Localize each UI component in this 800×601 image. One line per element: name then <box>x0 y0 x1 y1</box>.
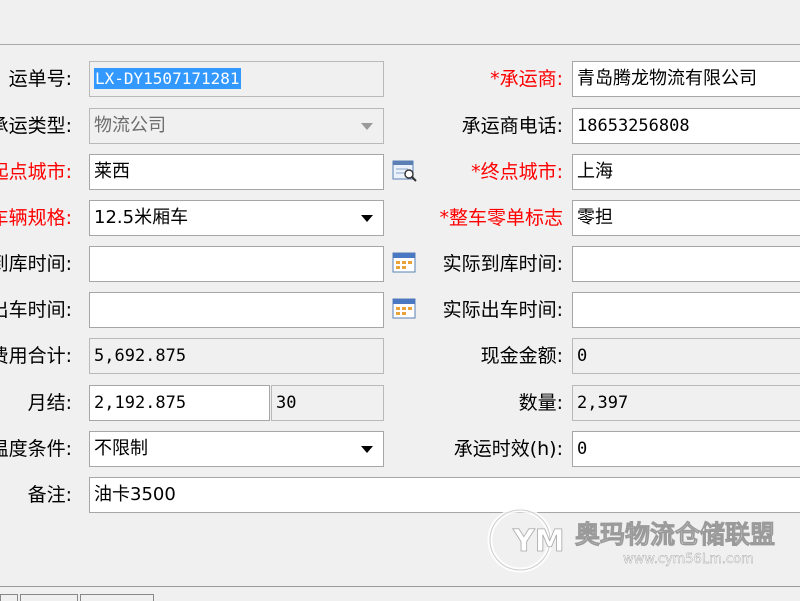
cash-amount-value: 0 <box>577 346 588 366</box>
chevron-down-icon[interactable] <box>357 201 377 235</box>
temperature-value: 不限制 <box>94 438 148 459</box>
transit-time-field[interactable]: 0 <box>572 431 800 467</box>
quantity-label: 数量: <box>518 392 563 414</box>
load-type-value: 零担 <box>577 207 613 228</box>
watermark-brand: YM <box>512 524 565 559</box>
carrier-phone-field[interactable]: 18653256808 <box>572 108 800 144</box>
chevron-down-icon[interactable] <box>357 109 377 143</box>
arrive-time-field[interactable] <box>89 246 384 282</box>
carrier-type-label: 承运类型: <box>0 115 72 137</box>
search-lookup-icon[interactable] <box>392 159 418 183</box>
monthly-label: 月结: <box>27 392 72 414</box>
carrier-value: 青岛腾龙物流有限公司 <box>577 68 757 89</box>
watermark-url: www.cym56Lm.com <box>623 552 754 567</box>
actual-depart-time-label: 实际出车时间: <box>442 299 563 321</box>
origin-city-field[interactable]: 莱西 <box>89 154 384 190</box>
quantity-value: 2,397 <box>577 393 629 413</box>
vehicle-spec-value: 12.5米厢车 <box>94 207 189 228</box>
remarks-value: 油卡3500 <box>94 484 176 505</box>
carrier-field[interactable]: 青岛腾龙物流有限公司 <box>572 61 800 97</box>
temperature-select[interactable]: 不限制 <box>89 431 384 467</box>
total-cost-field[interactable]: 5,692.875 <box>89 338 384 374</box>
watermark-text: 奥玛物流仓储联盟 <box>575 520 775 549</box>
dest-city-field[interactable]: 上海 <box>572 154 800 190</box>
temperature-label: 温度条件: <box>0 438 72 460</box>
quantity-field[interactable]: 2,397 <box>572 385 800 421</box>
arrive-time-label: 到库时间: <box>0 253 72 275</box>
calendar-icon[interactable] <box>392 251 418 275</box>
top-divider <box>0 44 800 45</box>
total-cost-value: 5,692.875 <box>94 346 187 366</box>
depart-time-field[interactable] <box>89 292 384 328</box>
vehicle-spec-label: 车辆规格: <box>0 207 72 229</box>
transit-time-value: 0 <box>577 439 588 459</box>
chevron-down-icon[interactable] <box>357 432 377 466</box>
depart-time-label: 出车时间: <box>0 299 72 321</box>
carrier-phone-value: 18653256808 <box>577 116 690 136</box>
monthly-amount-value: 2,192.875 <box>94 393 187 413</box>
dest-city-label: *终点城市: <box>471 161 563 183</box>
calendar-icon[interactable] <box>392 297 418 321</box>
load-type-field[interactable]: 零担 <box>572 200 800 236</box>
carrier-label: *承运商: <box>490 68 563 90</box>
origin-city-label: 起点城市: <box>0 161 72 183</box>
monthly-amount-field[interactable]: 2,192.875 <box>89 385 270 421</box>
actual-arrive-time-field[interactable] <box>572 246 800 282</box>
monthly-days-value: 30 <box>276 393 297 413</box>
load-type-label: *整车零单标志 <box>439 207 563 229</box>
waybill-no-field[interactable]: LX-DY1507171281 <box>89 61 384 97</box>
actual-arrive-time-label: 实际到库时间: <box>442 253 563 275</box>
remarks-label: 备注: <box>27 484 72 506</box>
watermark-logo: YM 奥玛物流仓储联盟 www.cym56Lm.com <box>487 507 775 573</box>
transit-time-label: 承运时效(h): <box>453 438 563 460</box>
cash-amount-label: 现金金额: <box>480 345 563 367</box>
waybill-no-value: LX-DY1507171281 <box>94 68 241 89</box>
monthly-days-field[interactable]: 30 <box>271 385 384 421</box>
total-cost-label: 费用合计: <box>0 345 72 367</box>
waybill-no-label: 运单号: <box>8 68 72 90</box>
actual-depart-time-field[interactable] <box>572 292 800 328</box>
carrier-type-select[interactable]: 物流公司 <box>89 108 384 144</box>
dest-city-value: 上海 <box>577 161 613 182</box>
carrier-type-value: 物流公司 <box>94 115 166 136</box>
origin-city-value: 莱西 <box>94 161 130 182</box>
cash-amount-field[interactable]: 0 <box>572 338 800 374</box>
vehicle-spec-select[interactable]: 12.5米厢车 <box>89 200 384 236</box>
carrier-phone-label: 承运商电话: <box>461 115 563 137</box>
